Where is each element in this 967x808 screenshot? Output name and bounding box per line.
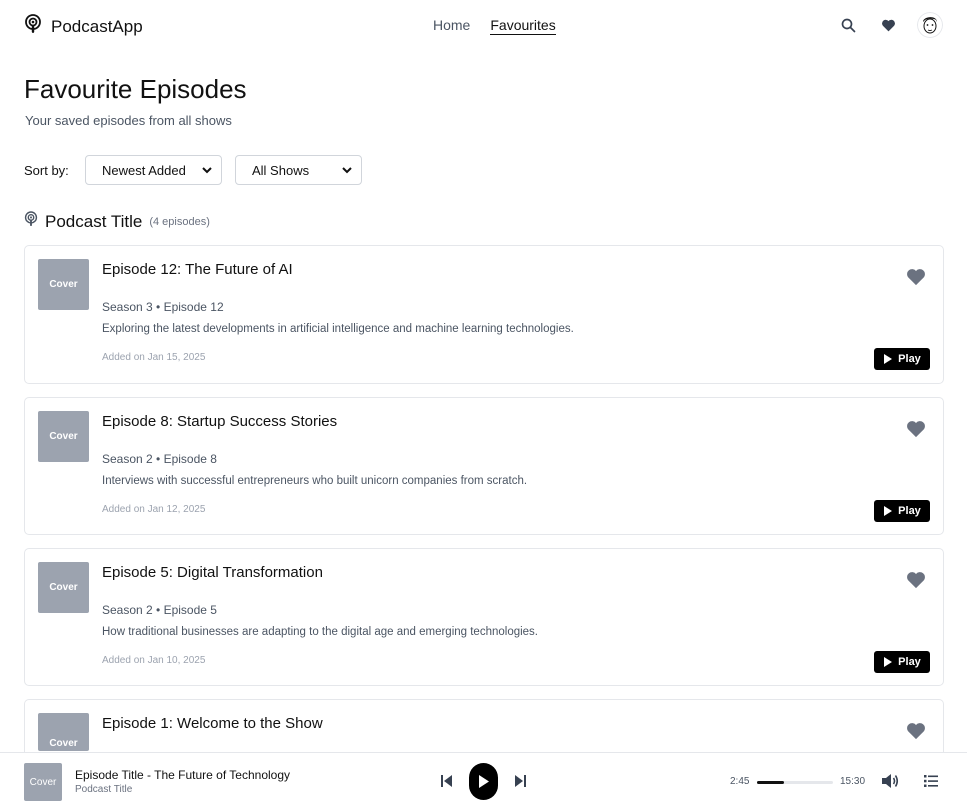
audio-player-bar: Cover Episode Title - The Future of Tech… (0, 752, 967, 808)
page-subtitle: Your saved episodes from all shows (25, 113, 232, 128)
play-button-label: Play (898, 505, 921, 517)
show-filter-select[interactable]: All Shows (235, 155, 362, 185)
skip-back-icon[interactable] (441, 774, 453, 788)
top-navbar: PodcastApp Home Favourites (0, 0, 967, 50)
episode-title[interactable]: Episode 12: The Future of AI (102, 261, 293, 278)
section-title: Podcast Title (45, 211, 143, 231)
progress-slider[interactable] (757, 781, 833, 784)
progress-fill (757, 781, 784, 784)
play-icon (884, 657, 893, 667)
episode-added-date: Added on Jan 12, 2025 (102, 504, 206, 515)
now-playing-cover: Cover (24, 763, 62, 801)
play-button-label: Play (898, 353, 921, 365)
favourite-heart-icon[interactable] (906, 268, 926, 286)
play-button[interactable]: Play (874, 500, 930, 522)
chevron-down-icon (202, 167, 212, 174)
brand-name: PodcastApp (51, 16, 143, 36)
episode-meta: Season 2 • Episode 8 (102, 452, 217, 466)
podcast-icon (24, 14, 42, 39)
header-actions (837, 12, 943, 38)
now-playing-podcast: Podcast Title (75, 784, 133, 795)
nav-home[interactable]: Home (433, 17, 470, 35)
main-nav: Home Favourites (433, 17, 556, 35)
player-play-button[interactable] (469, 763, 498, 800)
now-playing-title: Episode Title - The Future of Technology (75, 768, 291, 782)
podcast-icon (24, 211, 38, 232)
episode-title[interactable]: Episode 1: Welcome to the Show (102, 715, 323, 732)
play-button[interactable]: Play (874, 651, 930, 673)
play-icon (884, 354, 893, 364)
play-icon (479, 775, 489, 788)
podcast-section-header: Podcast Title (4 episodes) (24, 211, 210, 232)
avatar[interactable] (917, 12, 943, 38)
play-button[interactable]: Play (874, 348, 930, 370)
episode-added-date: Added on Jan 15, 2025 (102, 352, 206, 363)
favourite-heart-icon[interactable] (906, 722, 926, 740)
episode-meta: Season 2 • Episode 5 (102, 603, 217, 617)
heart-icon[interactable] (877, 14, 899, 36)
sort-label: Sort by: (24, 163, 69, 178)
show-filter-value: All Shows (252, 162, 310, 178)
episode-card[interactable]: Cover Episode 5: Digital Transformation … (24, 548, 944, 686)
episode-description: Exploring the latest developments in art… (102, 323, 574, 335)
sort-select[interactable]: Newest Added (85, 155, 222, 185)
episode-meta: Season 3 • Episode 12 (102, 300, 224, 314)
current-time: 2:45 (730, 776, 750, 787)
total-time: 15:30 (840, 776, 866, 787)
skip-forward-icon[interactable] (514, 774, 526, 788)
page-title: Favourite Episodes (24, 74, 247, 104)
episode-count: (4 episodes) (149, 215, 210, 228)
episode-cover: Cover (38, 713, 89, 751)
episode-card[interactable]: Cover Episode 12: The Future of AI Seaso… (24, 245, 944, 384)
nav-favourites[interactable]: Favourites (490, 17, 556, 35)
favourite-heart-icon[interactable] (906, 571, 926, 589)
episode-description: How traditional businesses are adapting … (102, 626, 539, 638)
episode-card[interactable]: Cover Episode 8: Startup Success Stories… (24, 397, 944, 535)
episode-cover: Cover (38, 562, 89, 613)
episode-added-date: Added on Jan 10, 2025 (102, 655, 206, 666)
play-button-label: Play (898, 656, 921, 668)
episode-title[interactable]: Episode 8: Startup Success Stories (102, 413, 337, 430)
chevron-down-icon (342, 167, 352, 174)
favourite-heart-icon[interactable] (906, 420, 926, 438)
episode-cover: Cover (38, 259, 89, 310)
episode-description: Interviews with successful entrepreneurs… (102, 475, 528, 487)
episode-title[interactable]: Episode 5: Digital Transformation (102, 564, 323, 581)
episode-card[interactable]: Cover Episode 1: Welcome to the Show (24, 699, 944, 759)
episode-cover: Cover (38, 411, 89, 462)
play-icon (884, 506, 893, 516)
queue-list-icon[interactable] (924, 774, 938, 788)
volume-icon[interactable] (881, 773, 899, 789)
brand[interactable]: PodcastApp (24, 14, 143, 39)
sort-select-value: Newest Added (102, 162, 186, 178)
search-icon[interactable] (837, 14, 859, 36)
